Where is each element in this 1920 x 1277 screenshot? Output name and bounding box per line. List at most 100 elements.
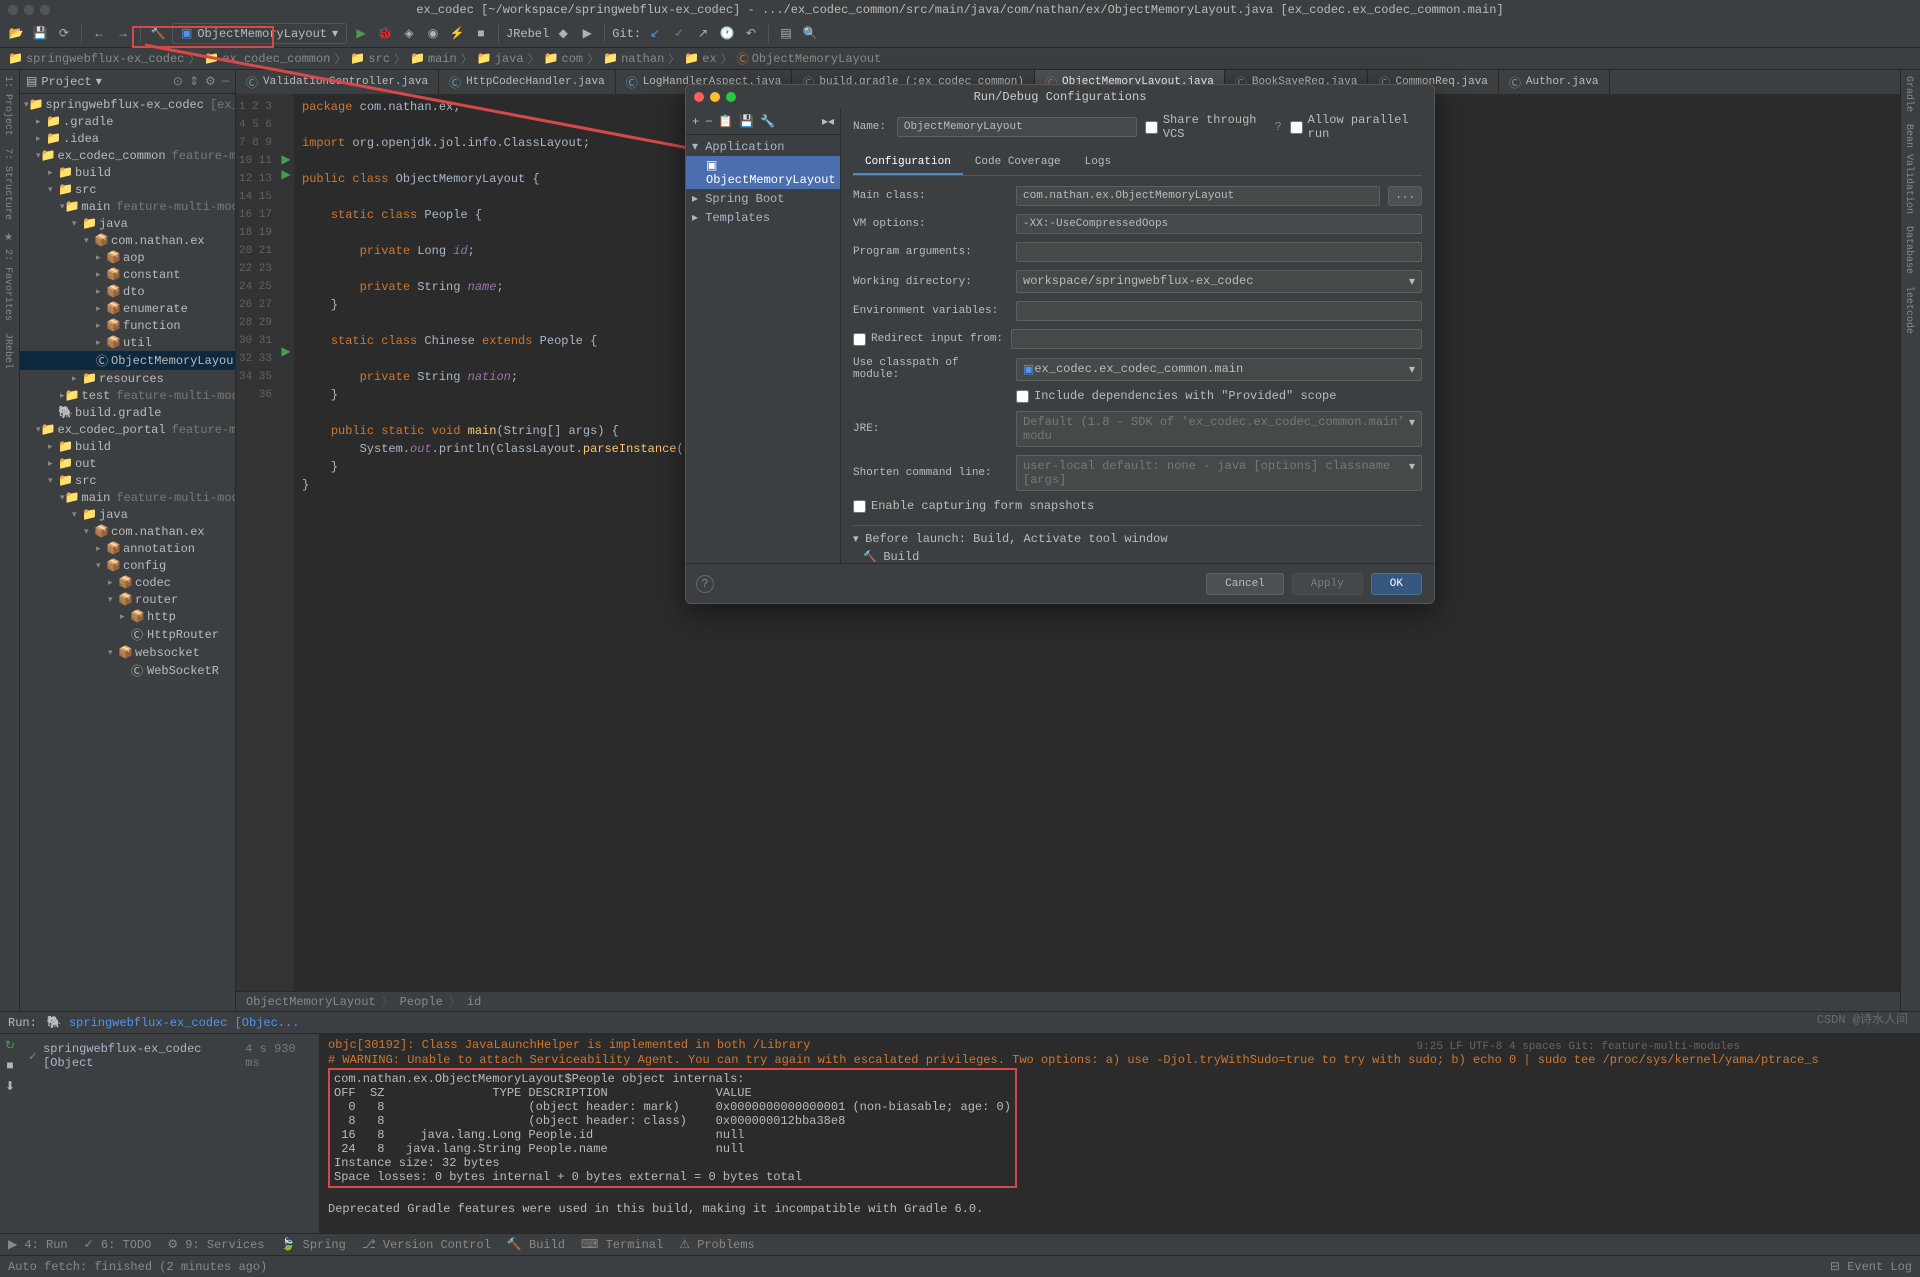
profile-icon[interactable]: ◉ — [423, 24, 443, 44]
help-icon[interactable]: ? — [696, 575, 714, 593]
compile-icon[interactable]: 🔨 — [148, 24, 168, 44]
config-dropdown[interactable]: workspace/springwebflux-ex_codec▾ — [1016, 270, 1422, 293]
editor-breadcrumb[interactable]: ObjectMemoryLayout 〉 People 〉 id — [236, 991, 1900, 1011]
run-task-tab[interactable]: 🐘 springwebflux-ex_codec [Objec... — [47, 1015, 300, 1030]
tree-item[interactable]: ⒸWebSocketR — [20, 661, 235, 680]
editor-tab[interactable]: ⒸValidationController.java — [236, 70, 439, 94]
config-tree-item[interactable]: ▾ Application — [686, 137, 840, 156]
tree-item[interactable]: ▾📁mainfeature-multi-mod — [20, 489, 235, 506]
tree-item[interactable]: ▸📦aop — [20, 249, 235, 266]
bottom-tab[interactable]: 🔨 Build — [507, 1237, 565, 1252]
dialog-tab[interactable]: Code Coverage — [963, 151, 1073, 175]
rerun-icon[interactable]: ↻ — [5, 1038, 15, 1053]
bottom-tab[interactable]: 🍃 Spring — [280, 1237, 345, 1252]
debug-icon[interactable]: 🐞 — [375, 24, 395, 44]
tree-item[interactable]: ▸📁.idea — [20, 130, 235, 147]
parallel-run-checkbox[interactable]: Allow parallel run — [1290, 113, 1422, 141]
build-task[interactable]: 🔨 Build — [853, 546, 1422, 563]
tree-item[interactable]: ▸📁build — [20, 164, 235, 181]
tree-item[interactable]: ▾📦com.nathan.ex — [20, 232, 235, 249]
breadcrumb-item[interactable]: 📁nathan — [603, 51, 664, 66]
tree-item[interactable]: ▸📁build — [20, 438, 235, 455]
tree-item[interactable]: ▸📁out — [20, 455, 235, 472]
hide-icon[interactable]: — — [222, 74, 229, 89]
database-tab[interactable]: Database — [1901, 220, 1920, 280]
breadcrumb-item[interactable]: 📁ex_codec_common — [204, 51, 330, 66]
git-update-icon[interactable]: ↙ — [645, 24, 665, 44]
cancel-button[interactable]: Cancel — [1206, 573, 1284, 595]
save-icon[interactable]: 💾 — [30, 24, 50, 44]
editor-tab[interactable]: ⒸHttpCodecHandler.java — [439, 70, 616, 94]
bottom-tab[interactable]: ✓ 6: TODO — [84, 1237, 152, 1252]
structure-icon[interactable]: ▤ — [776, 24, 796, 44]
config-input[interactable] — [1016, 301, 1422, 321]
breadcrumb-item[interactable]: 📁springwebflux-ex_codec — [8, 51, 184, 66]
tree-item[interactable]: ▸📦dto — [20, 283, 235, 300]
config-tree-item[interactable]: ▣ ObjectMemoryLayout — [686, 156, 840, 189]
structure-tool-tab[interactable]: 7: Structure — [0, 142, 19, 226]
bottom-tab[interactable]: ⌨ Terminal — [581, 1237, 663, 1252]
bean-validation-tab[interactable]: Bean Validation — [1901, 118, 1920, 220]
config-tree[interactable]: ▾ Application▣ ObjectMemoryLayout▸ Sprin… — [686, 135, 840, 563]
tree-item[interactable]: ▸📦http — [20, 608, 235, 625]
copy-icon[interactable]: 📋 — [718, 114, 733, 129]
tree-item[interactable]: ▾📁java — [20, 215, 235, 232]
expand-icon[interactable]: ⇕ — [189, 74, 199, 89]
dialog-tab[interactable]: Logs — [1073, 151, 1123, 175]
bottom-tab[interactable]: ⚠ Problems — [679, 1237, 755, 1252]
bottom-tab[interactable]: ▶ 4: Run — [8, 1237, 68, 1252]
down-icon[interactable]: ⬇ — [5, 1079, 15, 1094]
config-dropdown[interactable]: ▣ ex_codec.ex_codec_common.main▾ — [1016, 358, 1422, 381]
tree-item[interactable]: ▸📁testfeature-multi-mod — [20, 387, 235, 404]
attach-icon[interactable]: ⚡ — [447, 24, 467, 44]
back-icon[interactable]: ← — [89, 24, 109, 44]
run-gutter-icon[interactable]: ▶ — [278, 152, 294, 167]
ok-button[interactable]: OK — [1371, 573, 1422, 595]
stop-run-icon[interactable]: ■ — [6, 1059, 13, 1073]
refresh-icon[interactable]: ⟳ — [54, 24, 74, 44]
coverage-icon[interactable]: ◈ — [399, 24, 419, 44]
run-gutter-icon[interactable]: ▶ — [278, 167, 294, 182]
apply-button[interactable]: Apply — [1292, 573, 1363, 595]
git-history-icon[interactable]: 🕐 — [717, 24, 737, 44]
tree-item[interactable]: ▸📦util — [20, 334, 235, 351]
git-push-icon[interactable]: ↗ — [693, 24, 713, 44]
expand-tree-icon[interactable]: ▸◂ — [822, 114, 834, 129]
bottom-tab[interactable]: ⎇ Version Control — [362, 1237, 491, 1252]
breadcrumb-item[interactable]: 📁ex — [684, 51, 716, 66]
breadcrumb-item[interactable]: 📁com — [544, 51, 584, 66]
tree-item[interactable]: ▾📦com.nathan.ex — [20, 523, 235, 540]
tree-item[interactable]: ▸📁.gradle — [20, 113, 235, 130]
tree-item[interactable]: ▾📁mainfeature-multi-mod — [20, 198, 235, 215]
tree-item[interactable]: ▸📦enumerate — [20, 300, 235, 317]
git-commit-icon[interactable]: ✓ — [669, 24, 689, 44]
dialog-mac-controls[interactable] — [694, 92, 736, 102]
jrebel-icon[interactable]: ◆ — [553, 24, 573, 44]
editor-tab[interactable]: ⒸAuthor.java — [1499, 70, 1610, 94]
config-tree-item[interactable]: ▸ Templates — [686, 208, 840, 227]
console-output[interactable]: objc[30192]: Class JavaLaunchHelper is i… — [320, 1034, 1920, 1233]
mac-window-controls[interactable] — [8, 5, 50, 15]
breadcrumb-item[interactable]: 📁java — [477, 51, 524, 66]
tree-item[interactable]: 🐘build.gradle — [20, 404, 235, 421]
jrebel-tool-tab[interactable]: JRebel — [0, 327, 19, 375]
tree-item[interactable]: ▾📁src — [20, 181, 235, 198]
breadcrumb-item[interactable]: 📁main — [410, 51, 457, 66]
jrebel-run-icon[interactable]: ▶ — [577, 24, 597, 44]
wrench-icon[interactable]: 🔧 — [760, 114, 775, 129]
config-input[interactable] — [1016, 186, 1380, 206]
config-tree-item[interactable]: ▸ Spring Boot — [686, 189, 840, 208]
include-deps-checkbox[interactable]: Include dependencies with "Provided" sco… — [1016, 389, 1336, 403]
before-launch-header[interactable]: ▾ Before launch: Build, Activate tool wi… — [853, 532, 1422, 546]
config-input[interactable] — [1016, 214, 1422, 234]
tree-item[interactable]: ⒸHttpRouter — [20, 625, 235, 644]
open-icon[interactable]: 📂 — [6, 24, 26, 44]
config-input[interactable] — [1016, 242, 1422, 262]
breadcrumb-item[interactable]: ⒸObjectMemoryLayout — [737, 50, 882, 67]
gradle-tool-tab[interactable]: Gradle — [1901, 70, 1920, 118]
tree-item[interactable]: ▸📦function — [20, 317, 235, 334]
tree-item[interactable]: ▾📦router — [20, 591, 235, 608]
config-input[interactable] — [1011, 329, 1422, 349]
jre-dropdown[interactable]: Default (1.8 - SDK of 'ex_codec.ex_codec… — [1016, 411, 1422, 447]
tree-item[interactable]: ▸📦codec — [20, 574, 235, 591]
